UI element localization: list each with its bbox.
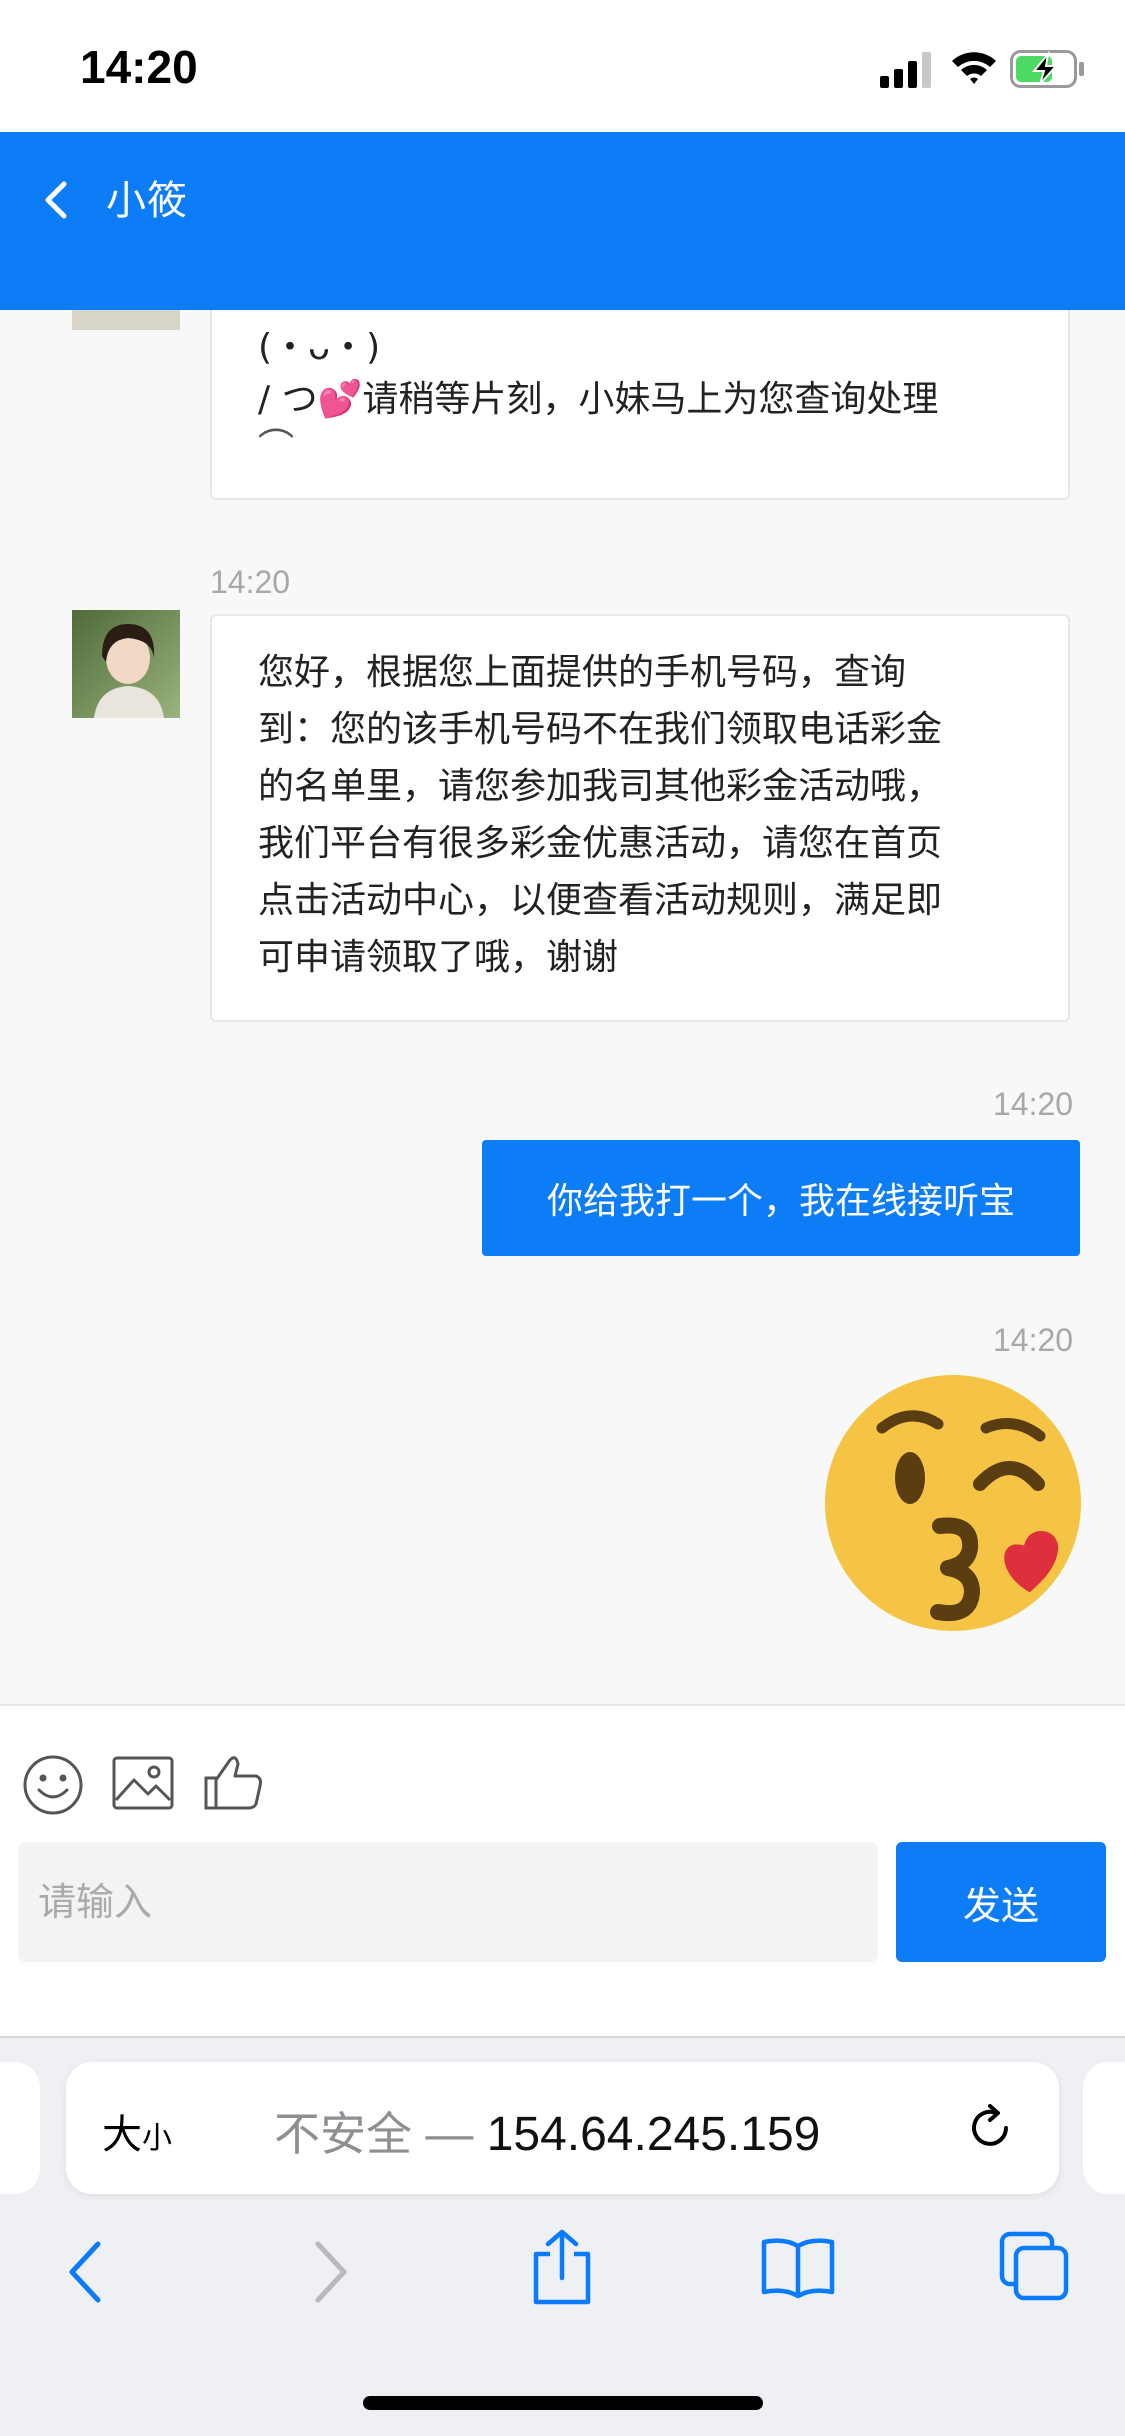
tabs-icon[interactable] — [998, 2230, 1070, 2302]
message-line: (・ᴗ・) — [258, 327, 381, 368]
message-line: 点击活动中心，以便查看活动规则，满足即 — [258, 880, 943, 921]
next-tab-preview[interactable] — [1083, 2062, 1125, 2194]
chevron-left-icon — [45, 181, 67, 219]
message-time: 14:20 — [993, 1322, 1074, 1358]
message-line: 可申请领取了哦，谢谢 — [258, 937, 619, 978]
smiley-icon[interactable] — [22, 1754, 84, 1816]
status-time: 14:20 — [80, 41, 198, 93]
back-button[interactable] — [30, 162, 90, 232]
url-display[interactable]: 不安全 — 154.64.245.159 — [274, 2098, 820, 2164]
message-line: 的名单里，请您参加我司其他彩金活动哦， — [258, 766, 943, 807]
url-host: 154.64.245.159 — [486, 2108, 821, 2161]
home-indicator — [363, 2396, 763, 2410]
share-icon[interactable] — [530, 2228, 594, 2308]
insecure-label: 不安全 — [274, 2107, 412, 2161]
message-line: 您好，根据您上面提供的手机号码，查询 — [258, 652, 907, 693]
message-line: / つ💕请稍等片刻，小妹马上为您查询处理 — [258, 379, 939, 420]
message-input[interactable] — [18, 1842, 878, 1962]
face-blowing-a-kiss-emoji — [825, 1375, 1081, 1631]
avatar-image — [72, 610, 180, 718]
battery-charging-icon — [1010, 50, 1084, 88]
send-button[interactable]: 发送 — [896, 1842, 1106, 1962]
message-line: ⌒ — [258, 427, 295, 468]
text-size-big-label: 大 — [102, 2112, 142, 2158]
back-arrow-icon[interactable] — [62, 2238, 112, 2306]
message-bubble: 您好，根据您上面提供的手机号码，查询 到：您的该手机号码不在我们领取电话彩金 的… — [210, 614, 1070, 1022]
chat-header: 小筱 — [0, 132, 1125, 310]
message-line: 到：您的该手机号码不在我们领取电话彩金 — [258, 709, 943, 750]
status-bar: 14:20 — [0, 0, 1125, 132]
image-icon[interactable] — [112, 1756, 174, 1812]
chat-title: 小筱 — [106, 178, 188, 224]
reload-icon[interactable] — [960, 2098, 1020, 2158]
message-bubble: (・ᴗ・) / つ💕请稍等片刻，小妹马上为您查询处理 ⌒ — [210, 310, 1070, 500]
message-list[interactable]: (・ᴗ・) / つ💕请稍等片刻，小妹马上为您查询处理 ⌒ 14:20 您好，根据… — [0, 310, 1125, 1704]
url-separator: — — [425, 2108, 474, 2161]
avatar[interactable] — [72, 310, 180, 330]
forward-arrow-icon[interactable] — [304, 2238, 354, 2306]
message-time: 14:20 — [210, 564, 291, 600]
avatar[interactable] — [72, 610, 180, 718]
text-size-small-label: 小 — [142, 2121, 172, 2156]
thumbs-up-icon[interactable] — [202, 1750, 266, 1814]
bookmarks-icon[interactable] — [760, 2234, 836, 2300]
cellular-signal-icon — [880, 52, 931, 88]
avatar-image — [72, 310, 180, 330]
address-bar[interactable]: 大小 不安全 — 154.64.245.159 — [66, 2062, 1059, 2194]
input-area: 发送 — [0, 1704, 1125, 2036]
text-size-button[interactable]: 大小 — [102, 2102, 172, 2160]
wifi-icon — [952, 52, 996, 84]
previous-tab-preview[interactable] — [0, 2062, 40, 2194]
message-bubble-outgoing: 你给我打一个，我在线接听宝 — [482, 1140, 1080, 1256]
message-line: 我们平台有很多彩金优惠活动，请您在首页 — [258, 823, 943, 864]
message-time: 14:20 — [993, 1086, 1074, 1122]
browser-toolbar: 大小 不安全 — 154.64.245.159 — [0, 2036, 1125, 2436]
